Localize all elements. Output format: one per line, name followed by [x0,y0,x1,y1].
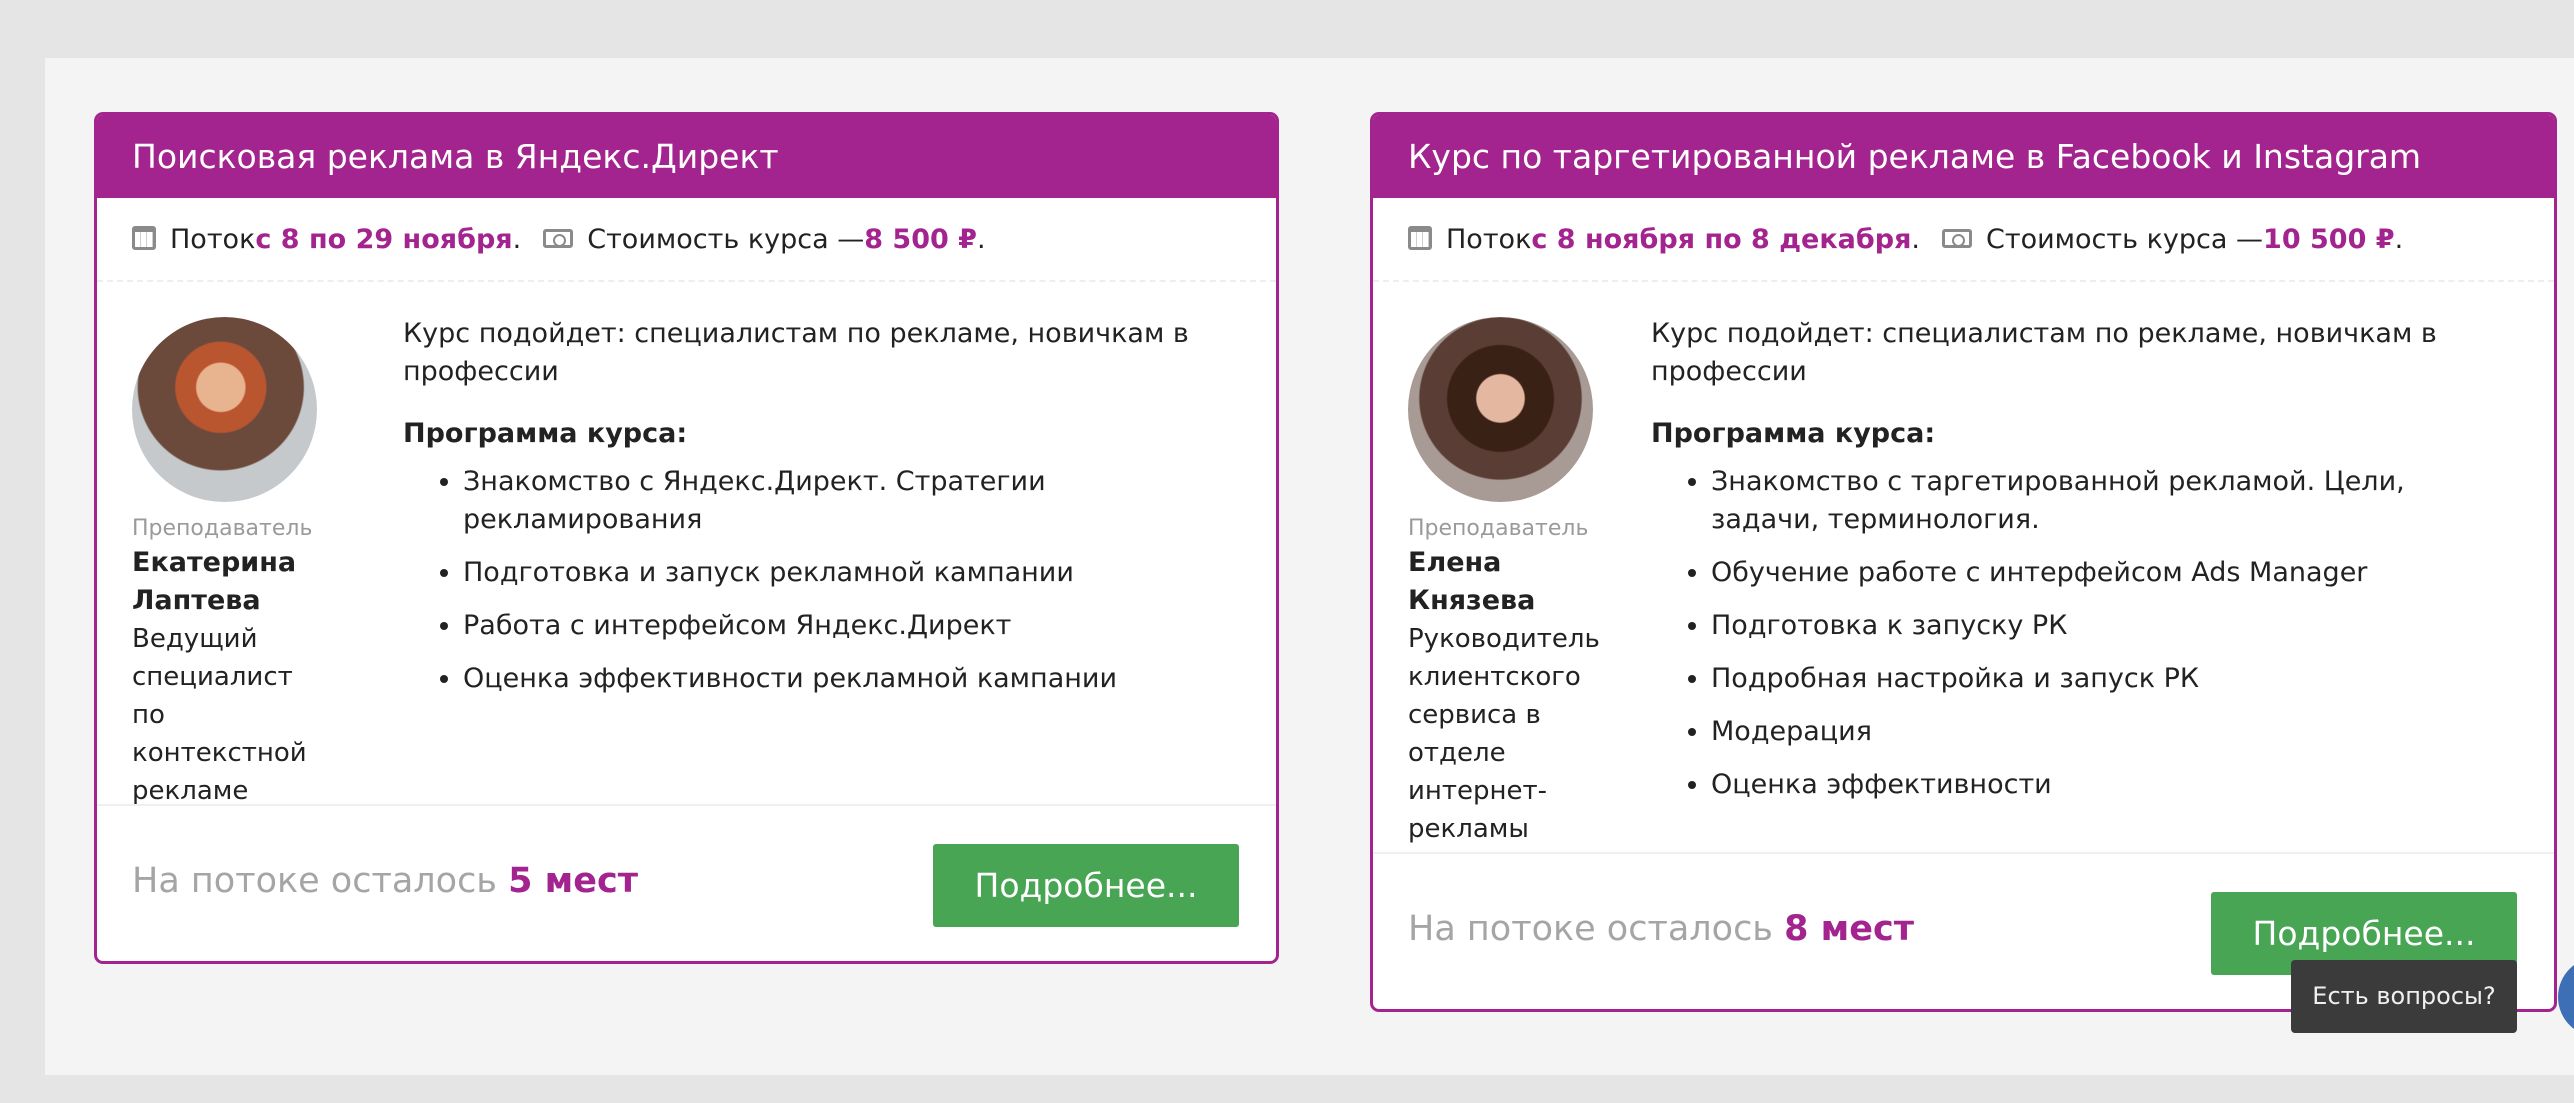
program-item: Подготовка и запуск рекламной кампании [463,554,1243,592]
teacher-name: Екатерина Лаптева [132,547,297,616]
stream-label: Поток [1446,223,1532,255]
stream-dates: с 8 по 29 ноября [255,223,513,255]
details-button[interactable]: Подробнее... [933,844,1239,927]
price-value: 10 500 ₽ [2263,223,2395,255]
course-card-2: Курс по таргетированной рекламе в Facebo… [1370,112,2557,1012]
course-audience: Курс подойдет: специалистам по рекламе, … [403,318,1189,387]
program-item: Оценка эффективности [1711,766,2521,804]
calendar-icon [1408,226,1432,250]
course-title[interactable]: Поисковая реклама в Яндекс.Директ [97,115,1276,198]
program-item: Модерация [1711,713,2521,751]
stream-suffix: . [512,223,522,255]
program-item: Подготовка к запуску РК [1711,607,2521,645]
stream-label: Поток [170,223,256,255]
teacher-position: Руководитель клиентского сервиса в отдел… [1408,624,1600,844]
course-description: Курс подойдет: специалистам по рекламе, … [1651,315,2521,819]
program-item: Подробная настройка и запуск РК [1711,660,2521,698]
seats-remaining: На потоке осталось 5 мест [132,806,638,956]
price-suffix: . [976,223,986,255]
seats-remaining: На потоке осталось 8 мест [1408,854,1914,1004]
teacher-info: Преподаватель Екатерина Лаптева Ведущий … [132,514,313,810]
money-icon [543,228,574,248]
course-audience: Курс подойдет: специалистам по рекламе, … [1651,318,2437,387]
seats-label: На потоке осталось [132,861,509,901]
program-list: Знакомство с таргетированной рекламой. Ц… [1651,463,2521,804]
course-description: Курс подойдет: специалистам по рекламе, … [403,315,1243,713]
course-footer: На потоке осталось 5 мест Подробнее... [97,804,1276,961]
course-card-1: Поисковая реклама в Яндекс.Директ Поток … [94,112,1279,964]
course-title[interactable]: Курс по таргетированной рекламе в Facebo… [1373,115,2554,198]
seats-label: На потоке осталось [1408,909,1785,949]
teacher-name: Елена Князева [1408,547,1536,616]
program-item: Оценка эффективности рекламной кампании [463,660,1243,698]
teacher-role: Преподаватель [1408,516,1589,541]
teacher-avatar [1408,317,1593,502]
teacher-info: Преподаватель Елена Князева Руководитель… [1408,514,1600,848]
questions-tooltip[interactable]: Есть вопросы? [2291,960,2517,1033]
stream-dates: с 8 ноября по 8 декабря [1531,223,1912,255]
seats-count: 8 мест [1784,909,1914,949]
price-label: Стоимость курса — [1986,223,2264,255]
price-value: 8 500 ₽ [864,223,977,255]
teacher-role: Преподаватель [132,516,313,541]
program-item: Знакомство с таргетированной рекламой. Ц… [1711,463,2521,539]
price-suffix: . [2394,223,2404,255]
course-meta: Поток с 8 ноября по 8 декабря . Стоимост… [1373,198,2554,282]
program-heading: Программа курса: [403,418,688,449]
program-item: Знакомство с Яндекс.Директ. Стратегии ре… [463,463,1243,539]
calendar-icon [132,226,156,250]
teacher-avatar [132,317,317,502]
teacher-position: Ведущий специалист по контекстной реклам… [132,624,307,806]
program-heading: Программа курса: [1651,418,1936,449]
program-list: Знакомство с Яндекс.Директ. Стратегии ре… [403,463,1243,698]
money-icon [1942,228,1973,248]
course-meta: Поток с 8 по 29 ноября . Стоимость курса… [97,198,1276,282]
program-item: Работа с интерфейсом Яндекс.Директ [463,607,1243,645]
price-label: Стоимость курса — [587,223,865,255]
seats-count: 5 мест [508,861,638,901]
program-item: Обучение работе с интерфейсом Ads Manage… [1711,554,2521,592]
stream-suffix: . [1911,223,1921,255]
